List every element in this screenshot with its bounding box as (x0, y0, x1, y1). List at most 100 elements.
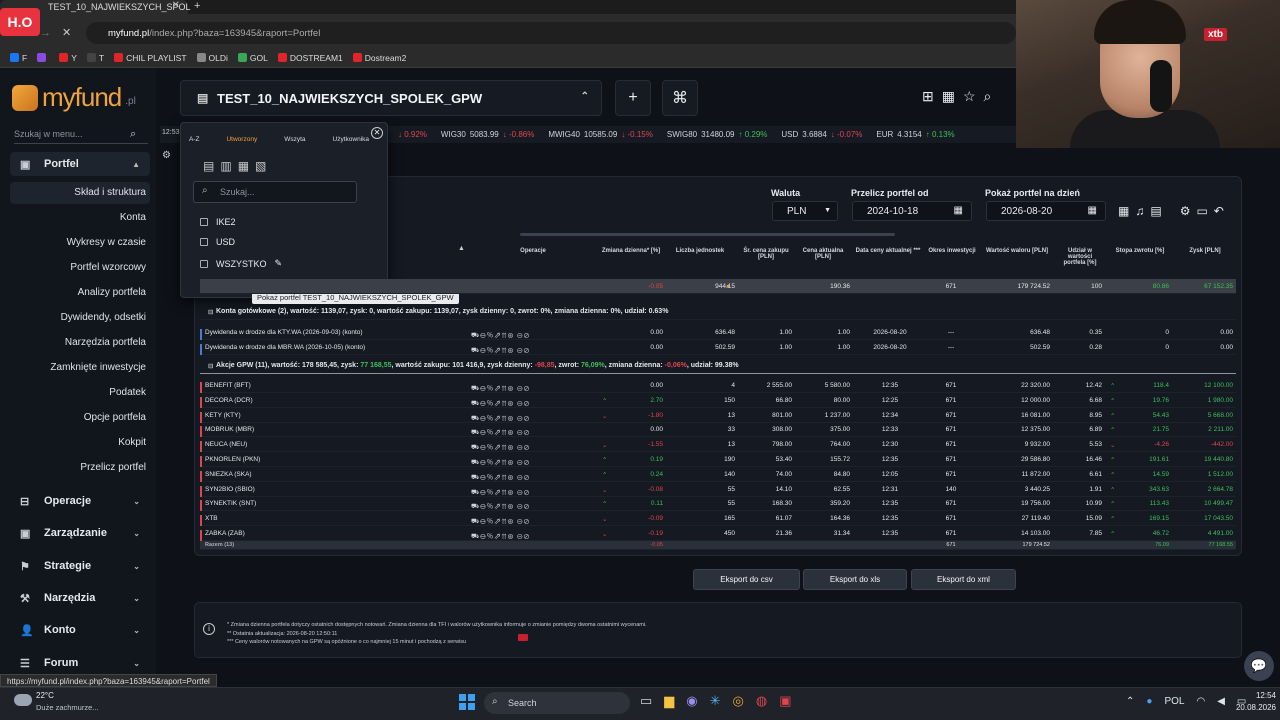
star-icon[interactable]: ☆ (963, 88, 976, 105)
row-operations-icons[interactable]: ⛟⊖％⇗⇈⊛ ⊝⊘ (471, 412, 530, 423)
sidebar-sub-item[interactable]: Wykresy w czasie (6, 237, 146, 248)
new-tab-icon[interactable]: + (194, 0, 200, 12)
dropdown-search-input[interactable]: Szukaj... (193, 181, 357, 203)
stock-row[interactable]: DECORA (DCR) ⛟⊖％⇗⇈⊛ ⊝⊘ 2.70 150 66.80 80.00 12… (200, 393, 1236, 408)
sort-created-tab[interactable]: Utworzony (226, 136, 257, 143)
sidebar-sub-item[interactable]: Portfel wzorcowy (6, 262, 146, 273)
stock-row[interactable]: SYN2BIO (SBIO) ⛟⊖％⇗⇈⊛ ⊝⊘ -0.08 55 14.10 62.55… (200, 482, 1236, 497)
sidebar-sub-item[interactable]: Przelicz portfel (6, 462, 146, 473)
stock-row[interactable]: ZABKA (ZAB) ⛟⊖％⇗⇈⊛ ⊝⊘ -0.19 450 21.36 31.34 12… (200, 526, 1236, 541)
stock-row[interactable]: SNIEZKA (SKA) ⛟⊖％⇗⇈⊛ ⊝⊘ 0.24 140 74.00 84.80 1… (200, 467, 1236, 482)
row-operations-icons[interactable]: ⛟⊖％⇗⇈⊛ ⊝⊘ (471, 515, 530, 526)
col-wartosc[interactable]: Wartość waloru [PLN] (980, 248, 1054, 254)
close-icon[interactable]: ✕ (371, 127, 383, 139)
row-operations-icons[interactable]: ⛟⊖％⇗⇈⊛ ⊝⊘ (471, 530, 530, 541)
add-portfolio-button[interactable]: + (615, 80, 651, 116)
dropdown-item[interactable]: WSZYSTKO ✎ (200, 258, 282, 269)
col-sr-cena[interactable]: Śr. cena zakupu [PLN] (738, 248, 794, 260)
export-csv-button[interactable]: Eksport do csv (693, 569, 800, 590)
discord-icon[interactable]: ◉ (686, 693, 697, 709)
export-xml-button[interactable]: Eksport do xml (911, 569, 1016, 590)
portfolio-selector[interactable]: ▤ TEST_10_NAJWIEKSZYCH_SPOLEK_GPW ⌃ (180, 80, 602, 116)
stock-row[interactable]: BENEFIT (BFT) ⛟⊖％⇗⇈⊛ ⊝⊘ 0.00 4 2 555.00 5 580… (200, 378, 1236, 393)
calendar-edit-icon[interactable]: ▤ (1150, 204, 1161, 218)
chat-button[interactable]: 💬 (1244, 651, 1274, 681)
export-xls-button[interactable]: Eksport do xls (803, 569, 907, 590)
settings-icon[interactable]: ⚙ (162, 150, 171, 161)
nav-section[interactable]: ▣ Zarządzanie ⌄ (10, 521, 150, 545)
close-tab-icon[interactable]: ✕ (172, 0, 180, 11)
sidebar-sub-item[interactable]: Konta (6, 212, 146, 223)
sort-wszyta-tab[interactable]: Wszyta (284, 136, 305, 143)
chevron-up-icon[interactable]: ⌃ (1126, 696, 1134, 707)
nav-section[interactable]: ☰ Forum ⌄ (10, 651, 150, 675)
stock-row[interactable]: MOBRUK (MBR) ⛟⊖％⇗⇈⊛ ⊝⊘ 0.00 33 308.00 375.00 1… (200, 422, 1236, 438)
inbox-icon[interactable]: ▭ (1196, 204, 1207, 218)
bookmark-item[interactable]: DOSTREAM1 (277, 53, 343, 63)
sidebar-sub-item[interactable]: Opcje portfela (6, 412, 146, 423)
task-view-icon[interactable]: ▭ (640, 693, 652, 709)
stock-row[interactable]: PKNORLEN (PKN) ⛟⊖％⇗⇈⊛ ⊝⊘ 0.19 190 53.40 155.7… (200, 452, 1236, 467)
clock-time[interactable]: 12:54 (1226, 691, 1276, 700)
bookmark-item[interactable]: Y (59, 53, 77, 63)
nav-portfel[interactable]: ▣ Portfel ▲ (10, 152, 150, 176)
search-icon[interactable]: ⌕ (984, 88, 992, 105)
stock-row[interactable]: KETY (KTY) ⛟⊖％⇗⇈⊛ ⊝⊘ -1.80 13 801.00 1 237.00… (200, 408, 1236, 423)
folders-icon[interactable]: ▦ (942, 88, 955, 105)
row-operations-icons[interactable]: ⛟⊖％⇗⇈⊛ ⊝⊘ (471, 426, 530, 437)
pin-icon[interactable]: ✎ (275, 258, 283, 269)
grid-icon[interactable]: ⊞ (922, 88, 934, 105)
nav-section[interactable]: 👤 Konto ⌄ (10, 618, 150, 642)
row-operations-icons[interactable]: ⛟⊖％⇗⇈⊛ ⊝⊘ (471, 471, 530, 482)
chrome-icon[interactable]: ◎ (733, 693, 744, 709)
calendar-icon[interactable]: ▦ (954, 205, 963, 216)
settings-folder-icon[interactable]: ▧ (255, 159, 266, 173)
app-red-icon[interactable]: ▣ (779, 693, 791, 709)
recalc-from-date[interactable]: 2024-10-18 ▦ (852, 201, 972, 221)
stock-row[interactable]: XTB ⛟⊖％⇗⇈⊛ ⊝⊘ -0.09 165 61.07 164.36 12:35 671 2… (200, 511, 1236, 527)
row-operations-icons[interactable]: ⛟⊖％⇗⇈⊛ ⊝⊘ (471, 456, 530, 467)
row-operations-icons[interactable]: ⛟⊖％⇗⇈⊛ ⊝⊘ (471, 500, 530, 511)
total-row[interactable]: Razem (13) -0.05 671 179 724.52 76.09 77 168.… (200, 541, 1236, 550)
bookmark-item[interactable]: CHIL PLAYLIST (114, 53, 187, 63)
add-folder-icon[interactable]: ▤ (203, 159, 214, 173)
row-operations-icons[interactable]: ⛟⊖％⇗⇈⊛ ⊝⊘ (471, 397, 530, 408)
bookmark-item[interactable]: Dostream2 (352, 53, 406, 63)
sidebar-sub-item[interactable]: Zamknięte inwestycje (6, 362, 146, 373)
menu-search-input[interactable]: Szukaj w menu... (14, 126, 148, 144)
col-zmiana[interactable]: Zmiana dzienna* [%] (598, 248, 664, 254)
bookmark-item[interactable]: F (10, 53, 27, 63)
file-explorer-icon[interactable]: ▆ (664, 693, 674, 709)
stock-row[interactable]: SYNEKTIK (SNT) ⛟⊖％⇗⇈⊛ ⊝⊘ 0.11 55 168.30 359.2… (200, 496, 1236, 512)
group-header-akcje[interactable]: ⊟ Akcje GPW (11), wartość: 178 585,45, zy… (200, 358, 1236, 374)
row-operations-icons[interactable]: ⛟⊖％⇗⇈⊛ ⊝⊘ (471, 486, 530, 497)
copy-icon[interactable]: ▥ (220, 159, 231, 173)
collapse-icon[interactable]: ⊟ (208, 362, 213, 370)
forward-icon[interactable]: → (40, 27, 51, 39)
row-operations-icons[interactable]: ⛟⊖％⇗⇈⊛ ⊝⊘ (471, 382, 530, 393)
sort-az-tab[interactable]: A-Z (189, 136, 199, 143)
undo-icon[interactable]: ↶ (1214, 204, 1224, 218)
mic-icon[interactable]: ● (1146, 696, 1152, 707)
bell-icon[interactable]: ♫ (1135, 204, 1144, 218)
dropdown-item[interactable]: USD (200, 237, 235, 247)
gear-icon[interactable]: ⚙ (1180, 204, 1191, 218)
duplicate-icon[interactable]: ▦ (238, 159, 249, 173)
stock-row[interactable]: NEUCA (NEU) ⛟⊖％⇗⇈⊛ ⊝⊘ -1.55 13 798.00 764.00 1… (200, 437, 1236, 453)
calendar-icon[interactable]: ▦ (1088, 205, 1097, 216)
col-stopa[interactable]: Stopa zwrotu [%] (1110, 248, 1170, 254)
currency-select[interactable]: PLN ▼ (772, 201, 838, 221)
calendar-tool-icon[interactable]: ▦ (1118, 204, 1129, 218)
row-operations-icons[interactable]: ⛟⊖％⇗⇈⊛ ⊝⊘ (471, 344, 530, 355)
col-udzial[interactable]: Udział w wartości portfela [%] (1060, 248, 1100, 266)
sort-asc-icon[interactable]: ▲ (458, 245, 465, 252)
app-icon[interactable]: ✳ (710, 693, 721, 709)
summary-row[interactable]: -0.05 944.15 190.36 671 179 724.52 100 80.86 67… (200, 279, 1236, 294)
command-button[interactable]: ⌘ (662, 80, 698, 116)
sidebar-sub-item[interactable]: Analizy portfela (6, 287, 146, 298)
nav-section[interactable]: ⊟ Operacje ⌄ (10, 489, 150, 513)
col-operacje[interactable]: Operacje (500, 248, 566, 254)
col-okres[interactable]: Okres inwestycji (926, 248, 978, 254)
collapse-icon[interactable]: ⊟ (208, 308, 213, 316)
bookmark-item[interactable]: GOL (237, 53, 268, 63)
